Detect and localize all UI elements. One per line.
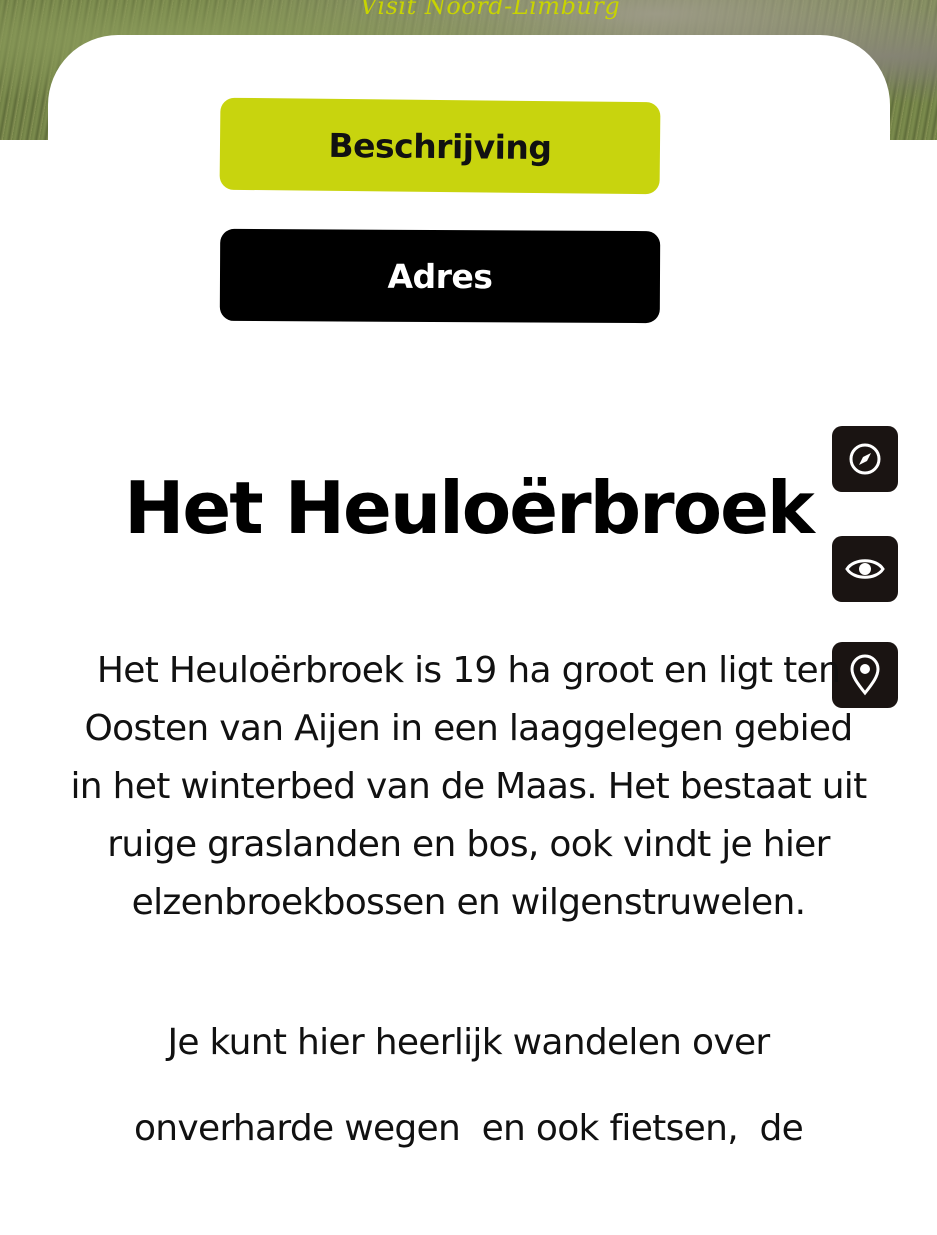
description-line: ruige graslanden en bos, ook vindt je hi… [107,824,830,865]
description-line: Oosten van Aijen in een laaggelegen gebi… [84,708,854,749]
paragraph-line: Je kunt hier heerlijk wandelen over [167,1022,770,1063]
brand-logo: Visit Noord-Limburg [360,0,621,20]
page-title: Het Heuloërbroek [124,466,815,550]
eye-icon [845,559,885,579]
description-line: elzenbroekbossen en wilgenstruwelen. [131,882,806,923]
description-text: Het Heuloërbroek is 19 ha groot en ligt … [0,642,937,932]
view-button[interactable] [832,536,898,602]
compass-icon [849,443,881,475]
paragraph-line: onverharde wegen en ook fietsen, de [133,1108,804,1149]
second-paragraph: Je kunt hier heerlijk wandelen over onve… [0,1000,937,1172]
description-line: in het winterbed van de Maas. Het bestaa… [70,766,867,807]
compass-button[interactable] [832,426,898,492]
description-line: Het Heuloërbroek is 19 ha groot en ligt … [96,650,841,691]
tab-beschrijving[interactable]: Beschrijving [219,97,661,195]
tab-adres[interactable]: Adres [219,228,661,324]
